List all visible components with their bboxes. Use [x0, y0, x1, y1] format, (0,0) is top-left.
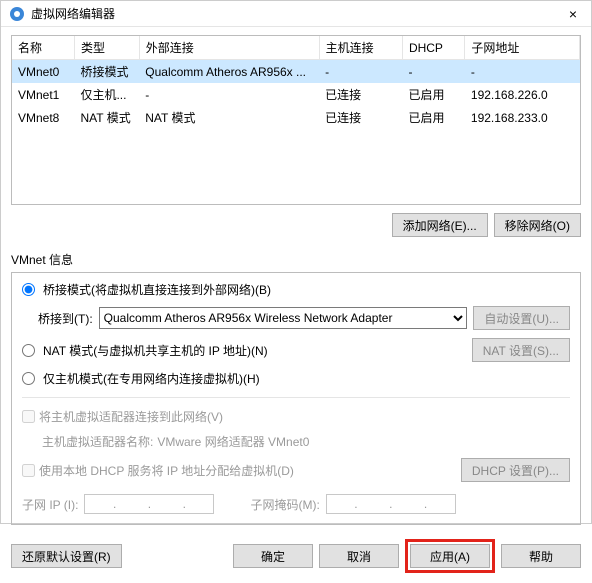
host-adapter-name-label: 主机虚拟适配器名称:: [42, 433, 153, 450]
use-dhcp-row: 使用本地 DHCP 服务将 IP 地址分配给虚拟机(D) DHCP 设置(P).…: [22, 458, 570, 482]
add-network-button[interactable]: 添加网络(E)...: [392, 213, 488, 237]
cell-host: 已连接: [319, 106, 402, 129]
bridged-to-label: 桥接到(T):: [38, 310, 93, 327]
subnet-ip-input: ...: [84, 494, 214, 514]
auto-settings-button: 自动设置(U)...: [473, 306, 570, 330]
cell-subnet: 192.168.233.0: [465, 106, 580, 129]
col-subnet[interactable]: 子网地址: [465, 36, 580, 60]
cell-host: -: [319, 60, 402, 84]
vmnet-info-box: 桥接模式(将虚拟机直接连接到外部网络)(B) 桥接到(T): Qualcomm …: [11, 272, 581, 525]
cell-name: VMnet1: [12, 83, 74, 106]
apply-highlight: 应用(A): [405, 539, 495, 573]
restore-defaults-button[interactable]: 还原默认设置(R): [11, 544, 122, 568]
host-adapter-name-row: 主机虚拟适配器名称: VMware 网络适配器 VMnet0: [42, 433, 570, 450]
cell-host: 已连接: [319, 83, 402, 106]
app-icon: [9, 6, 25, 22]
use-dhcp-checkbox: [22, 464, 35, 477]
hostonly-radio-label: 仅主机模式(在专用网络内连接虚拟机)(H): [43, 370, 260, 387]
network-buttons-row: 添加网络(E)... 移除网络(O): [11, 213, 581, 237]
help-button[interactable]: 帮助: [501, 544, 581, 568]
connect-host-row: 将主机虚拟适配器连接到此网络(V): [22, 408, 570, 425]
dhcp-settings-button: DHCP 设置(P)...: [461, 458, 570, 482]
col-host[interactable]: 主机连接: [319, 36, 402, 60]
apply-button[interactable]: 应用(A): [410, 544, 490, 568]
bridged-to-row: 桥接到(T): Qualcomm Atheros AR956x Wireless…: [38, 306, 570, 330]
cell-type: NAT 模式: [74, 106, 139, 129]
cancel-button[interactable]: 取消: [319, 544, 399, 568]
table-row[interactable]: VMnet8NAT 模式NAT 模式已连接已启用192.168.233.0: [12, 106, 580, 129]
nat-radio[interactable]: [22, 344, 35, 357]
cell-external: NAT 模式: [139, 106, 319, 129]
content-area: 名称 类型 外部连接 主机连接 DHCP 子网地址 VMnet0桥接模式Qual…: [1, 27, 591, 583]
cell-type: 桥接模式: [74, 60, 139, 84]
cell-dhcp: 已启用: [402, 83, 464, 106]
remove-network-button[interactable]: 移除网络(O): [494, 213, 581, 237]
table-row[interactable]: VMnet1仅主机...-已连接已启用192.168.226.0: [12, 83, 580, 106]
network-table[interactable]: 名称 类型 外部连接 主机连接 DHCP 子网地址 VMnet0桥接模式Qual…: [11, 35, 581, 205]
cell-name: VMnet8: [12, 106, 74, 129]
col-name[interactable]: 名称: [12, 36, 74, 60]
cell-subnet: -: [465, 60, 580, 84]
col-type[interactable]: 类型: [74, 36, 139, 60]
bridged-radio-label: 桥接模式(将虚拟机直接连接到外部网络)(B): [43, 281, 271, 298]
footer-buttons: 还原默认设置(R) 确定 取消 应用(A) 帮助: [11, 539, 581, 573]
hostonly-radio-row[interactable]: 仅主机模式(在专用网络内连接虚拟机)(H): [22, 370, 570, 387]
cell-type: 仅主机...: [74, 83, 139, 106]
cell-dhcp: -: [402, 60, 464, 84]
table-header-row: 名称 类型 外部连接 主机连接 DHCP 子网地址: [12, 36, 580, 60]
cell-dhcp: 已启用: [402, 106, 464, 129]
vmnet-info-label: VMnet 信息: [11, 251, 581, 268]
window-title: 虚拟网络编辑器: [31, 5, 563, 22]
cell-external: Qualcomm Atheros AR956x ...: [139, 60, 319, 84]
bridged-device-select[interactable]: Qualcomm Atheros AR956x Wireless Network…: [99, 307, 468, 329]
cell-subnet: 192.168.226.0: [465, 83, 580, 106]
nat-radio-label: NAT 模式(与虚拟机共享主机的 IP 地址)(N): [43, 342, 268, 359]
subnet-ip-row: 子网 IP (I): ... 子网掩码(M): ...: [22, 494, 570, 514]
close-icon[interactable]: ×: [563, 6, 583, 22]
connect-host-label: 将主机虚拟适配器连接到此网络(V): [39, 408, 223, 425]
table-row[interactable]: VMnet0桥接模式Qualcomm Atheros AR956x ...---: [12, 60, 580, 84]
bridged-radio[interactable]: [22, 283, 35, 296]
connect-host-checkbox: [22, 410, 35, 423]
cell-external: -: [139, 83, 319, 106]
titlebar: 虚拟网络编辑器 ×: [1, 1, 591, 27]
hostonly-radio[interactable]: [22, 372, 35, 385]
use-dhcp-label: 使用本地 DHCP 服务将 IP 地址分配给虚拟机(D): [39, 462, 294, 479]
host-adapter-name-value: VMware 网络适配器 VMnet0: [157, 433, 309, 450]
cell-name: VMnet0: [12, 60, 74, 84]
nat-settings-button: NAT 设置(S)...: [472, 338, 570, 362]
col-dhcp[interactable]: DHCP: [402, 36, 464, 60]
bridged-radio-row[interactable]: 桥接模式(将虚拟机直接连接到外部网络)(B): [22, 281, 570, 298]
nat-radio-row: NAT 模式(与虚拟机共享主机的 IP 地址)(N) NAT 设置(S)...: [22, 338, 570, 362]
col-external[interactable]: 外部连接: [139, 36, 319, 60]
ok-button[interactable]: 确定: [233, 544, 313, 568]
subnet-mask-input: ...: [326, 494, 456, 514]
subnet-ip-label: 子网 IP (I):: [22, 496, 78, 513]
subnet-mask-label: 子网掩码(M):: [250, 496, 319, 513]
